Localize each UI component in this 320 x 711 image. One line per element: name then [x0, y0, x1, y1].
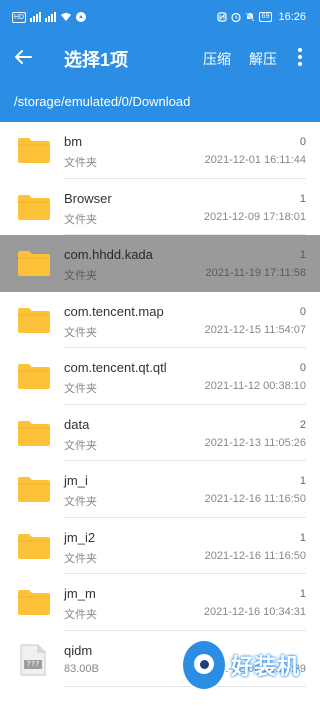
folder-icon: [18, 194, 50, 220]
folder-icon: [18, 420, 50, 446]
item-count: 1: [299, 192, 306, 205]
signal-icon-2: [45, 12, 57, 22]
item-name: com.tencent.qt.qtl: [64, 360, 167, 375]
folder-icon: [18, 477, 50, 502]
list-item[interactable]: data 文件夹 2 2021-12-13 11:05:26: [0, 405, 320, 461]
status-right: 69 16:26: [217, 11, 306, 23]
item-count: 1: [299, 531, 306, 544]
item-name: bm: [64, 134, 83, 149]
nfc-icon: [217, 12, 227, 22]
item-date: 2021-11-19 17:11:58: [205, 267, 306, 279]
battery-indicator: 69: [258, 12, 273, 22]
app-notification-icon: [76, 12, 87, 22]
item-name: com.tencent.map: [64, 303, 164, 319]
status-bar: HD 69 16:26: [0, 0, 320, 34]
item-subtitle: 83.00B: [64, 662, 99, 675]
item-date: 2021-12-16 11:16:50: [204, 493, 306, 505]
folder-icon: [18, 590, 50, 615]
item-count: 1: [299, 588, 306, 600]
more-vert-icon: [298, 48, 302, 52]
wifi-icon: [61, 13, 72, 21]
extract-button[interactable]: 解压: [249, 49, 277, 69]
list-item[interactable]: jm_m 文件夹 1 2021-12-16 10:34:31: [0, 574, 320, 631]
item-subtitle: 文件夹: [64, 439, 97, 452]
item-name: qidm: [64, 642, 93, 658]
item-count: 0: [299, 362, 306, 374]
list-item[interactable]: com.tencent.qt.qtl 文件夹 0 2021-11-12 00:38:1…: [0, 348, 320, 405]
item-subtitle: 文件夹: [64, 609, 97, 621]
back-button[interactable]: [10, 44, 36, 70]
item-count: 0: [299, 305, 306, 318]
compress-button[interactable]: 压缩: [203, 49, 231, 69]
item-count: 0: [299, 136, 306, 148]
watermark-logo-icon: [183, 641, 225, 689]
item-date: 2021-12-15 11:54:07: [204, 323, 306, 336]
list-item[interactable]: com.tencent.map 文件夹 0 2021-12-15 11:54:07: [0, 292, 320, 348]
item-subtitle: 文件夹: [64, 213, 97, 226]
list-item[interactable]: jm_i2 文件夹 1 2021-12-16 11:16:50: [0, 518, 320, 574]
folder-icon: [18, 533, 50, 559]
item-count: 2: [299, 418, 306, 431]
folder-icon: [18, 307, 50, 333]
header: HD 69 16:26 选择1项 压缩 解压 /storage/emulated…: [0, 0, 320, 122]
item-subtitle: 文件夹: [64, 496, 97, 508]
watermark-text: 好装机: [231, 654, 301, 679]
folder-icon: [18, 364, 50, 389]
item-name: jm_m: [64, 586, 96, 601]
list-item[interactable]: bm 文件夹 0 2021-12-01 16:11:44: [0, 122, 320, 179]
item-name: jm_i: [64, 473, 88, 488]
item-name: com.hhdd.kada: [64, 247, 153, 262]
app-bar: 选择1项 压缩 解压: [0, 38, 320, 76]
folder-icon: [18, 138, 50, 163]
item-date: 2021-12-01 16:11:44: [204, 154, 306, 166]
item-subtitle: 文件夹: [64, 270, 97, 282]
item-date: 2021-12-13 11:05:26: [204, 436, 306, 449]
item-name: Browser: [64, 190, 112, 206]
status-left: HD: [12, 11, 87, 23]
list-item[interactable]: jm_i 文件夹 1 2021-12-16 11:16:50: [0, 461, 320, 518]
list-item[interactable]: com.hhdd.kada 文件夹 1 2021-11-19 17:11:58: [0, 235, 320, 292]
item-count: 1: [299, 249, 306, 261]
signal-icon: [30, 12, 42, 22]
item-date: 2021-12-09 17:18:01: [203, 210, 306, 223]
file-list: bm 文件夹 0 2021-12-01 16:11:44 Browser 文件夹 1 2021…: [0, 122, 320, 687]
item-date: 2021-12-16 10:34:31: [203, 606, 306, 618]
hd-badge: HD: [12, 11, 27, 23]
item-count: 1: [299, 475, 306, 487]
more-options-button[interactable]: [292, 44, 308, 70]
watermark: 好装机: [183, 630, 320, 700]
alarm-icon: [231, 12, 241, 22]
item-date: 2021-12-16 11:16:50: [204, 549, 306, 562]
item-date: 2021-11-12 00:38:10: [204, 380, 306, 392]
item-subtitle: 文件夹: [64, 157, 97, 169]
file-badge: ???: [26, 659, 40, 668]
list-item[interactable]: Browser 文件夹 1 2021-12-09 17:18:01: [0, 179, 320, 235]
page-title: 选择1项: [64, 50, 129, 70]
item-name: jm_i2: [64, 529, 96, 545]
status-time: 16:26: [278, 11, 306, 23]
item-subtitle: 文件夹: [64, 552, 97, 565]
mute-icon: [245, 12, 255, 22]
item-subtitle: 文件夹: [64, 326, 97, 339]
item-name: data: [64, 416, 90, 432]
breadcrumb[interactable]: /storage/emulated/0/Download: [14, 94, 190, 109]
folder-icon: [18, 251, 50, 276]
item-subtitle: 文件夹: [64, 383, 97, 395]
arrow-left-icon: [15, 50, 32, 64]
